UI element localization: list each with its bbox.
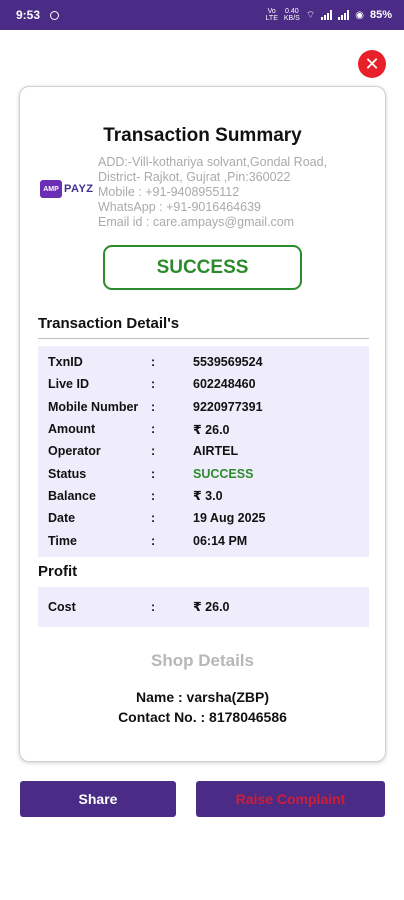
- status-bar: 9:53 Vo LTE 0.40 KB/S ⌔ ◉ 85%: [0, 0, 404, 30]
- signal-icon: [321, 10, 333, 20]
- profit-title: Profit: [38, 563, 78, 580]
- row-label: Status: [48, 466, 87, 481]
- row-value: AIRTEL: [193, 444, 239, 459]
- row-separator: :: [151, 466, 156, 481]
- row-value: ₹ 26.0: [193, 422, 230, 437]
- wifi-icon: ⌔: [305, 9, 316, 21]
- row-label: Live ID: [48, 377, 89, 392]
- balance-row: Balance : ₹ 3.0: [38, 485, 369, 507]
- address-line: ADD:-Vill-kothariya solvant,Gondal Road,: [98, 155, 328, 169]
- operator-row: Operator : AIRTEL: [38, 440, 369, 462]
- row-separator: :: [151, 422, 156, 437]
- shop-address: ADD:-Vill-kothariya solvant,Gondal Road,…: [98, 155, 373, 230]
- network-speed-icon: 0.40 KB/S: [283, 8, 300, 22]
- row-label: Cost: [48, 599, 76, 614]
- battery-saver-icon: ◉: [355, 9, 364, 21]
- row-label: Mobile Number: [48, 399, 139, 414]
- row-separator: :: [151, 399, 156, 414]
- email-line: Email id : care.ampays@gmail.com: [98, 215, 295, 229]
- summary-title: Transaction Summary: [103, 125, 302, 146]
- logo-word: PAYZ: [64, 183, 94, 195]
- status-value: SUCCESS: [193, 466, 254, 481]
- row-value: ₹ 26.0: [193, 600, 230, 615]
- row-separator: :: [151, 599, 156, 614]
- row-label: Time: [48, 533, 77, 548]
- time-row: Time : 06:14 PM: [38, 529, 369, 551]
- row-separator: :: [151, 377, 156, 392]
- status-time: 9:53: [16, 8, 41, 22]
- signal-icon-2: [338, 10, 350, 20]
- ampayz-logo: AMP PAYZ: [40, 180, 94, 198]
- close-icon: ✕: [364, 54, 380, 74]
- row-value: ₹ 3.0: [193, 489, 223, 504]
- row-label: Operator: [48, 444, 101, 459]
- battery-level: 85%: [369, 9, 392, 21]
- row-label: Balance: [48, 488, 96, 503]
- row-label: TxnID: [48, 355, 83, 370]
- address-line: District- Rajkot, Gujrat ,Pin:360022: [98, 170, 291, 184]
- shop-name: Name : varsha(ZBP): [135, 689, 270, 705]
- logo-mark: AMP: [40, 180, 62, 198]
- row-label: Date: [48, 511, 76, 526]
- shop-details-title: Shop Details: [151, 651, 254, 670]
- status-badge: SUCCESS: [103, 245, 302, 290]
- mobile-number-row: Mobile Number : 9220977391: [38, 396, 369, 418]
- transaction-summary-card: Transaction Summary AMP PAYZ ADD:-Vill-k…: [19, 86, 386, 762]
- row-separator: :: [151, 355, 156, 370]
- row-separator: :: [151, 444, 156, 459]
- row-value: 9220977391: [193, 399, 263, 414]
- profit-table: Cost : ₹ 26.0: [38, 587, 369, 627]
- amount-row: Amount : ₹ 26.0: [38, 418, 369, 440]
- share-button[interactable]: Share: [20, 781, 176, 817]
- row-separator: :: [151, 511, 156, 526]
- txnid-row: TxnID : 5539569524: [38, 351, 369, 373]
- transaction-detail-table: TxnID : 5539569524 Live ID : 602248460 M…: [38, 346, 369, 557]
- volte-icon: Vo LTE: [265, 8, 278, 22]
- date-row: Date : 19 Aug 2025: [38, 507, 369, 529]
- raise-complaint-button[interactable]: Raise Complaint: [196, 781, 385, 817]
- cost-row: Cost : ₹ 26.0: [38, 596, 369, 618]
- row-value: 06:14 PM: [193, 533, 248, 548]
- live-id-row: Live ID : 602248460: [38, 373, 369, 395]
- row-value: 5539569524: [193, 355, 263, 370]
- row-separator: :: [151, 488, 156, 503]
- divider: [38, 338, 369, 339]
- whatsapp-line: WhatsApp : +91-9016464639: [98, 200, 261, 214]
- shop-contact: Contact No. : 8178046586: [118, 709, 287, 725]
- row-separator: :: [151, 533, 156, 548]
- close-button[interactable]: ✕: [358, 50, 386, 78]
- status-row: Status : SUCCESS: [38, 462, 369, 484]
- row-value: 19 Aug 2025: [193, 511, 266, 526]
- row-value: 602248460: [193, 377, 256, 392]
- mobile-line: Mobile : +91-9408955112: [98, 185, 240, 199]
- status-icons: Vo LTE 0.40 KB/S ⌔ ◉ 85%: [266, 8, 392, 22]
- row-label: Amount: [48, 422, 96, 437]
- sync-icon: [50, 10, 60, 20]
- transaction-detail-title: Transaction Detail's: [38, 315, 180, 332]
